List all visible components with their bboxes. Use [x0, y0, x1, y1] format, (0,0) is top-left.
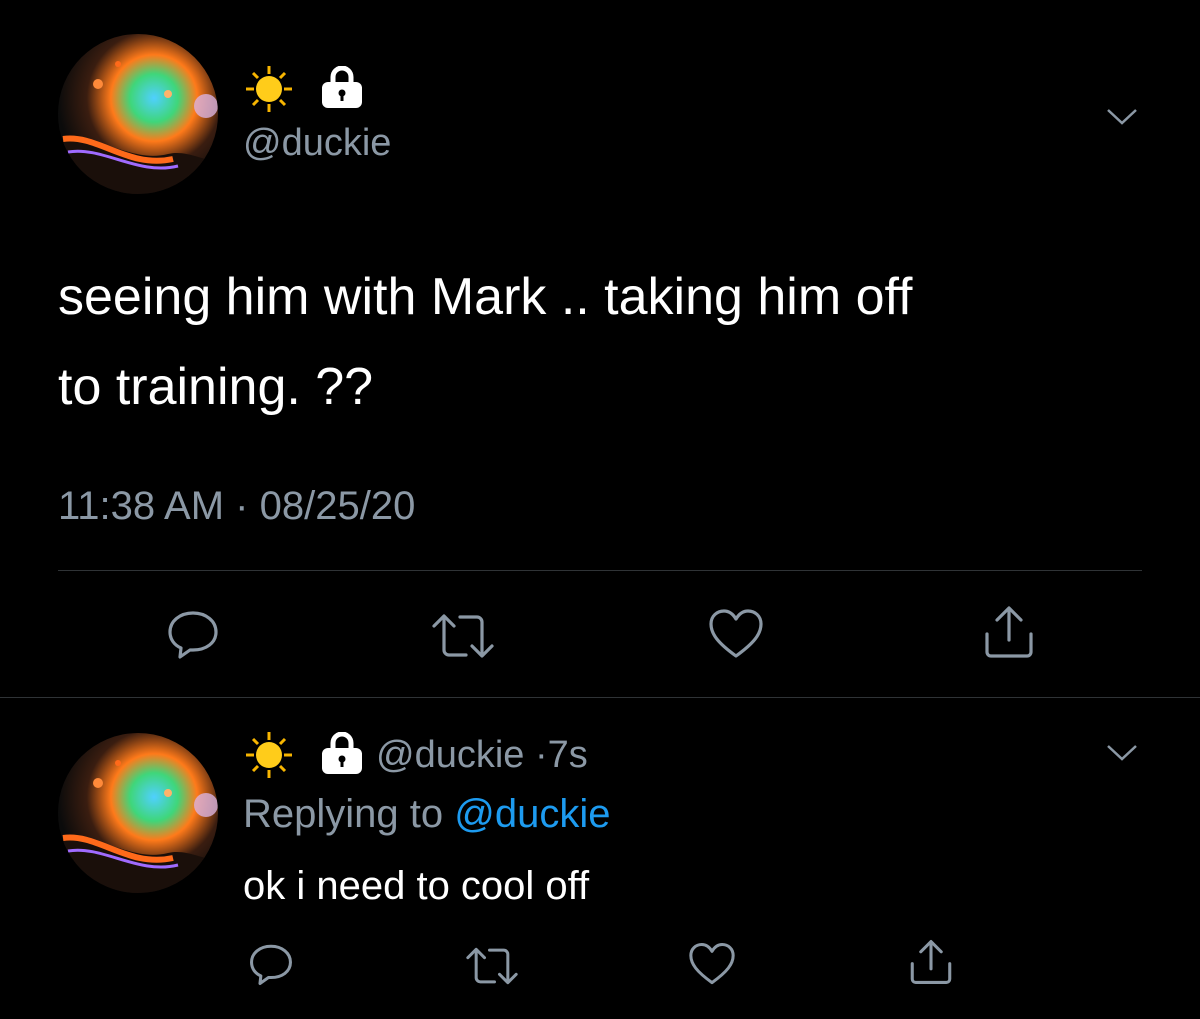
reply-icon[interactable]: [166, 608, 220, 660]
share-icon[interactable]: [982, 604, 1036, 660]
retweet-icon[interactable]: [430, 612, 496, 660]
author-handle[interactable]: @duckie: [376, 734, 524, 776]
age-separator: ·: [534, 734, 548, 776]
chevron-down-icon[interactable]: [1104, 104, 1140, 128]
tweet-text: ok i need to cool off: [243, 864, 590, 908]
sun-emoji: [244, 64, 294, 114]
like-icon[interactable]: [708, 608, 764, 660]
chevron-down-icon[interactable]: [1104, 740, 1140, 764]
avatar[interactable]: [58, 34, 218, 194]
tweet-date: 08/25/20: [259, 484, 416, 528]
like-icon[interactable]: [688, 942, 736, 986]
lock-icon: [320, 732, 364, 774]
lock-icon: [320, 66, 364, 108]
author-handle[interactable]: @duckie: [243, 122, 391, 165]
avatar[interactable]: [58, 733, 218, 893]
retweet-icon[interactable]: [464, 946, 520, 986]
divider: [0, 697, 1200, 698]
replying-to-handle[interactable]: @duckie: [454, 792, 610, 836]
tweet-text-line: seeing him with Mark .. taking him off: [58, 268, 913, 326]
divider: [58, 570, 1142, 571]
replying-to: Replying to @duckie: [243, 792, 610, 837]
tweet-time: 11:38 AM: [58, 484, 225, 528]
sun-emoji: [244, 730, 294, 780]
time-separator: ·: [235, 484, 249, 528]
tweet-age: 7s: [547, 734, 588, 776]
tweet-text: seeing him with Mark .. taking him off t…: [58, 252, 913, 432]
reply-icon[interactable]: [248, 942, 294, 986]
tweet-text-line: to training. ??: [58, 358, 374, 416]
tweet-timestamp: 11:38 AM · 08/25/20: [58, 484, 415, 529]
share-icon[interactable]: [908, 938, 954, 986]
reply-author-line: @duckie ·7s: [376, 734, 588, 777]
replying-to-label: Replying to: [243, 792, 444, 836]
